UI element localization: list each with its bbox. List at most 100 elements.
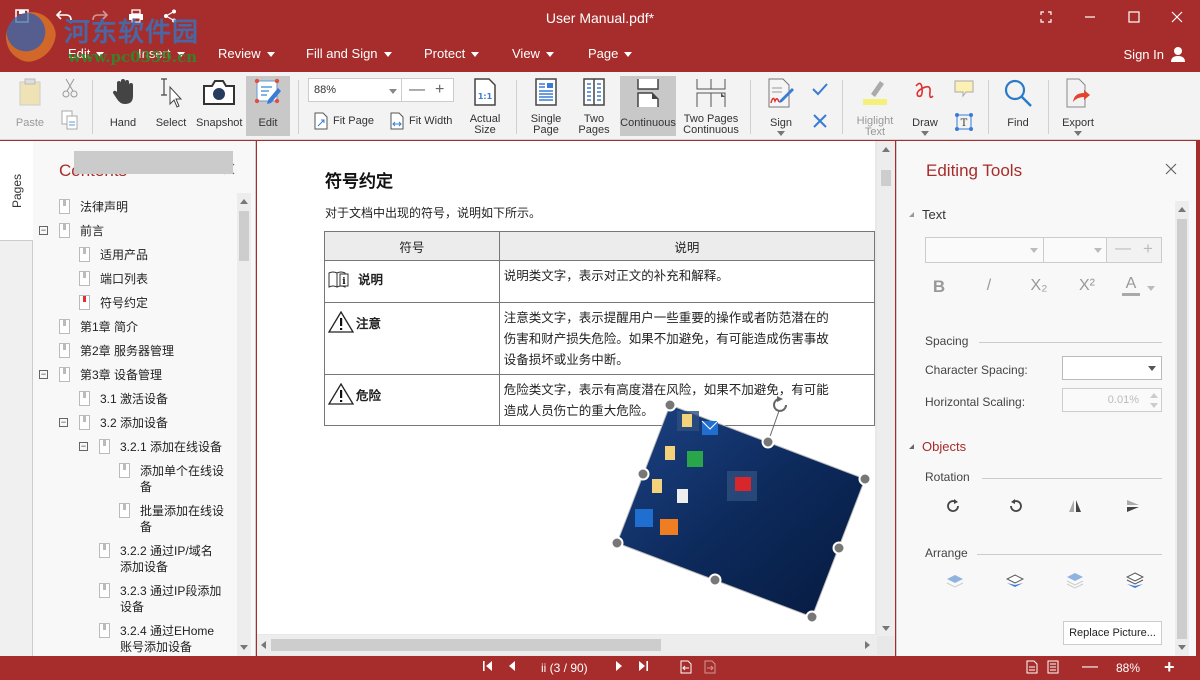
- picture-content[interactable]: [616, 404, 866, 618]
- increase-font-size-button[interactable]: +: [1143, 239, 1153, 259]
- confirm-button[interactable]: [808, 80, 832, 100]
- textbox-button[interactable]: T: [952, 110, 976, 134]
- font-name-select[interactable]: [925, 237, 1044, 263]
- flip-vertical-button[interactable]: [1125, 498, 1141, 517]
- reflow-view-button[interactable]: [1047, 660, 1059, 677]
- menu-protect[interactable]: Protect: [424, 46, 480, 61]
- zoom-out-button[interactable]: —: [1082, 658, 1098, 676]
- two-pages-continuous-button[interactable]: Two Pages Continuous: [680, 76, 742, 136]
- replace-picture-button[interactable]: Replace Picture...: [1063, 621, 1162, 645]
- comment-button[interactable]: [952, 78, 976, 102]
- first-page-button[interactable]: [482, 660, 494, 675]
- italic-button[interactable]: /: [977, 277, 1001, 295]
- scroll-down-icon[interactable]: [240, 645, 248, 650]
- superscript-button[interactable]: X²: [1075, 277, 1099, 295]
- close-panel-button[interactable]: [1165, 159, 1177, 180]
- page-indicator[interactable]: ii (3 / 90): [541, 661, 588, 675]
- editing-tools-scrollbar[interactable]: [1175, 201, 1189, 656]
- bring-to-front-button[interactable]: [1066, 572, 1084, 593]
- menu-review[interactable]: Review: [218, 46, 275, 61]
- fit-page-button[interactable]: Fit Page: [314, 112, 374, 130]
- scroll-thumb[interactable]: [1177, 219, 1187, 639]
- collapse-toggle-icon[interactable]: −: [59, 418, 68, 427]
- menu-fill-and-sign[interactable]: Fill and Sign: [306, 46, 392, 61]
- scroll-thumb[interactable]: [239, 211, 249, 261]
- resize-handle[interactable]: [832, 541, 846, 555]
- tree-item[interactable]: 符号约定: [79, 295, 228, 311]
- single-page-button[interactable]: Single Page: [526, 76, 566, 136]
- scroll-up-icon[interactable]: [882, 147, 890, 152]
- contents-scrollbar[interactable]: [237, 193, 251, 656]
- close-button[interactable]: [1162, 6, 1192, 30]
- rotate-clockwise-button[interactable]: [945, 498, 961, 517]
- scroll-left-icon[interactable]: [261, 641, 266, 649]
- continuous-button[interactable]: Continuous: [620, 76, 676, 136]
- menu-edit[interactable]: Edit: [68, 46, 105, 61]
- forward-view-button[interactable]: [704, 660, 716, 677]
- tree-item[interactable]: 第1章 简介: [59, 319, 228, 335]
- doc-heading[interactable]: 符号约定: [325, 167, 393, 192]
- hand-tool-button[interactable]: Hand: [104, 76, 142, 136]
- increment-icon[interactable]: [1150, 393, 1158, 398]
- minimize-button[interactable]: [1075, 6, 1105, 30]
- tree-item[interactable]: 第3章 设备管理: [59, 367, 228, 383]
- copy-button[interactable]: [58, 108, 82, 134]
- decrement-icon[interactable]: [1150, 403, 1158, 408]
- scroll-up-icon[interactable]: [1178, 207, 1186, 212]
- zoom-in-button[interactable]: +: [435, 81, 444, 99]
- find-button[interactable]: Find: [998, 76, 1038, 136]
- draw-button[interactable]: Draw: [906, 76, 944, 136]
- doc-intro[interactable]: 对于文档中出现的符号，说明如下所示。: [325, 204, 541, 221]
- zoom-in-button[interactable]: +: [1164, 657, 1175, 678]
- tree-item[interactable]: 适用产品: [79, 247, 228, 263]
- tree-item[interactable]: 3.1 激活设备: [79, 391, 228, 407]
- bring-forward-button[interactable]: [946, 574, 964, 593]
- maximize-button[interactable]: [1119, 6, 1149, 30]
- zoom-combobox[interactable]: 88% — +: [308, 78, 454, 102]
- collapse-toggle-icon[interactable]: −: [39, 226, 48, 235]
- select-tool-button[interactable]: Select: [152, 76, 190, 136]
- character-spacing-select[interactable]: [1062, 356, 1162, 380]
- actual-size-button[interactable]: 1:1 Actual Size: [466, 76, 504, 136]
- export-button[interactable]: Export: [1058, 76, 1098, 136]
- font-color-button[interactable]: A: [1122, 275, 1140, 296]
- resize-handle[interactable]: [610, 536, 624, 550]
- scroll-up-icon[interactable]: [240, 199, 248, 204]
- tree-item[interactable]: 端口列表: [79, 271, 228, 287]
- tree-item[interactable]: 第2章 服务器管理: [59, 343, 228, 359]
- subscript-button[interactable]: X₂: [1027, 277, 1051, 295]
- tree-item[interactable]: 前言: [59, 223, 228, 239]
- tab-pages[interactable]: Pages: [0, 141, 33, 241]
- highlight-text-button[interactable]: Higlight Text: [852, 76, 898, 138]
- menu-view[interactable]: View: [512, 46, 554, 61]
- two-pages-button[interactable]: Two Pages: [574, 76, 614, 136]
- menu-page[interactable]: Page: [588, 46, 633, 61]
- document-horizontal-scrollbar[interactable]: [257, 635, 877, 655]
- chevron-down-icon[interactable]: [389, 89, 397, 94]
- scroll-thumb[interactable]: [271, 639, 661, 651]
- scroll-down-icon[interactable]: [882, 626, 890, 631]
- resize-handle[interactable]: [858, 472, 872, 486]
- objects-section-header[interactable]: Objects: [909, 439, 966, 454]
- resize-handle[interactable]: [708, 573, 722, 587]
- previous-page-button[interactable]: [507, 660, 517, 675]
- send-to-back-button[interactable]: [1125, 572, 1145, 593]
- back-view-button[interactable]: [680, 660, 692, 677]
- edit-tool-button[interactable]: Edit: [246, 76, 290, 136]
- paste-button[interactable]: Paste: [12, 76, 48, 136]
- font-size-select[interactable]: [1043, 237, 1107, 263]
- document-vertical-scrollbar[interactable]: [877, 141, 895, 636]
- last-page-button[interactable]: [637, 660, 649, 675]
- tree-item[interactable]: 3.2.4 通过EHome账号添加设备: [99, 623, 228, 655]
- selected-picture[interactable]: [597, 391, 875, 631]
- tree-item[interactable]: 3.2.1 添加在线设备: [99, 439, 228, 455]
- fullscreen-button[interactable]: [1031, 6, 1061, 30]
- tree-item[interactable]: 3.2.2 通过IP/域名添加设备: [99, 543, 228, 575]
- page-view-button[interactable]: [1026, 660, 1038, 677]
- resize-handle[interactable]: [663, 398, 677, 412]
- resize-handle[interactable]: [636, 467, 650, 481]
- bold-button[interactable]: B: [927, 277, 951, 297]
- sign-button[interactable]: Sign: [764, 76, 798, 136]
- text-section-header[interactable]: Text: [909, 207, 946, 222]
- fit-width-button[interactable]: Fit Width: [390, 112, 452, 130]
